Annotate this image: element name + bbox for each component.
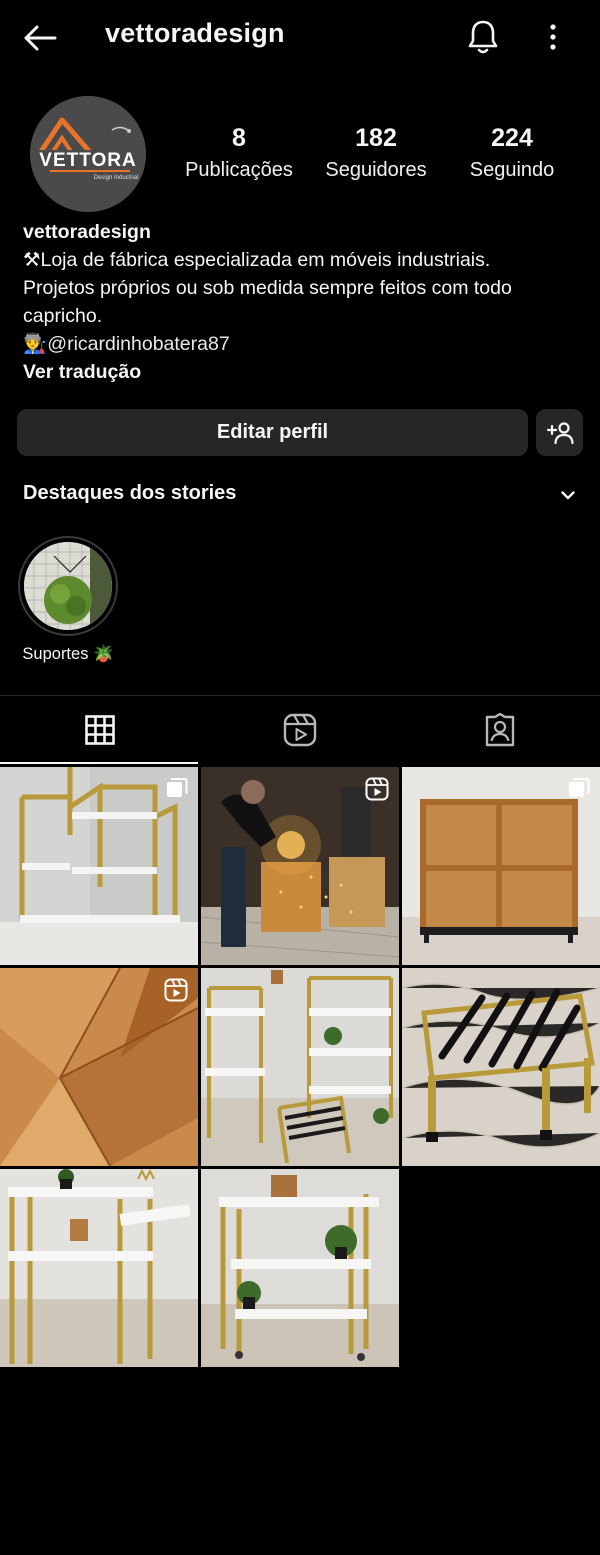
followers-count: 182 <box>355 124 397 152</box>
page-title: vettoradesign <box>105 18 285 48</box>
bio-line: Projetos próprios ou sob medida sempre f… <box>23 277 512 299</box>
reels-icon <box>283 713 317 747</box>
edit-profile-button[interactable]: Editar perfil <box>17 409 528 456</box>
post-thumbnail[interactable] <box>201 968 399 1166</box>
profile-tabs <box>0 696 600 764</box>
add-user-icon <box>546 421 574 444</box>
tab-tagged[interactable] <box>400 696 600 764</box>
post-thumbnail[interactable] <box>201 767 399 965</box>
back-arrow-icon <box>24 25 57 51</box>
story-thumbnail <box>24 542 112 630</box>
posts-count: 8 <box>232 124 246 152</box>
bio-mention-line: 👨‍🏭@ricardinhobatera87 <box>23 330 583 358</box>
reels-icon <box>365 777 389 801</box>
grid-icon <box>85 715 115 745</box>
post-thumbnail[interactable] <box>402 767 600 965</box>
following-count: 224 <box>491 124 533 152</box>
post-thumbnail[interactable] <box>402 968 600 1166</box>
story-highlight-label: Suportes 🪴 <box>22 645 114 663</box>
tab-grid[interactable] <box>0 696 200 764</box>
post-thumbnail[interactable] <box>0 767 198 965</box>
logo-subtext: Design Industrial <box>94 175 139 181</box>
bio-line: capricho. <box>23 305 103 327</box>
vettora-logo: VETTORA Design Industrial <box>30 96 146 212</box>
tagged-user-icon <box>485 713 515 747</box>
discover-people-button[interactable] <box>536 409 583 456</box>
profile-stats: 8 Publicações 182 Seguidores 224 Seguind… <box>160 124 590 194</box>
bell-icon <box>468 20 498 54</box>
followers-stat[interactable]: 182 Seguidores <box>318 124 434 182</box>
tab-reels[interactable] <box>200 696 400 764</box>
chevron-down-icon <box>561 490 575 499</box>
reels-icon <box>164 978 188 1002</box>
profile-bio: vettoradesign ⚒Loja de fábrica especiali… <box>23 218 583 386</box>
carousel-icon <box>167 778 188 797</box>
followers-label: Seguidores <box>325 159 427 181</box>
post-thumbnail[interactable] <box>0 968 198 1166</box>
top-bar: vettoradesign <box>0 0 600 74</box>
highlights-toggle[interactable] <box>555 482 581 508</box>
logo-text: VETTORA <box>39 150 136 171</box>
notifications-button[interactable] <box>463 16 503 58</box>
post-thumbnail[interactable] <box>201 1169 399 1367</box>
posts-label: Publicações <box>185 159 293 181</box>
more-options-button[interactable] <box>538 16 568 58</box>
bio-mention-link[interactable]: @ricardinhobatera87 <box>47 333 229 355</box>
bio-name: vettoradesign <box>23 221 151 243</box>
posts-stat[interactable]: 8 Publicações <box>180 124 298 182</box>
carousel-icon <box>569 778 590 797</box>
bio-line: ⚒Loja de fábrica especializada em móveis… <box>23 249 491 271</box>
following-stat[interactable]: 224 Seguindo <box>458 124 566 182</box>
back-button[interactable] <box>20 20 60 56</box>
profile-avatar[interactable]: VETTORA Design Industrial <box>30 96 146 212</box>
worker-emoji: 👨‍🏭 <box>23 333 48 355</box>
more-vertical-icon <box>550 24 556 50</box>
following-label: Seguindo <box>469 159 555 181</box>
post-thumbnail[interactable] <box>0 1169 198 1367</box>
active-tab-indicator <box>0 762 198 764</box>
story-highlight[interactable] <box>18 536 118 636</box>
highlights-title: Destaques dos stories <box>23 482 237 504</box>
translate-link[interactable]: Ver tradução <box>23 358 583 386</box>
